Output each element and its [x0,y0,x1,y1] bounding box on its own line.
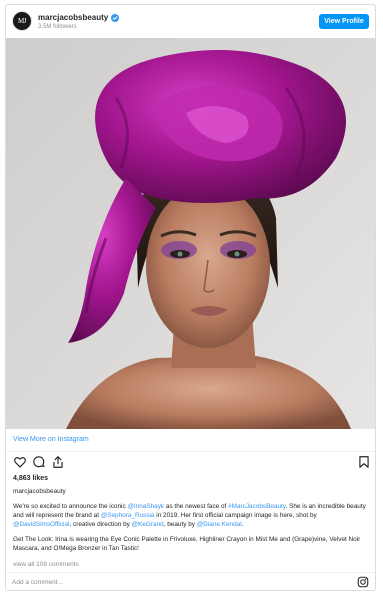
view-all-comments-link[interactable]: view all 108 comments [13,561,79,568]
post-header: MJ marcjacobsbeauty 3.5M followers View … [6,5,375,38]
caption-username[interactable]: marcjacobsbeauty [13,488,66,495]
comment-icon[interactable] [32,455,46,469]
view-more-on-instagram-link[interactable]: View More on Instagram [13,436,89,443]
hashtag-link[interactable]: #MarcJacobsBeauty [228,503,285,510]
mention-link[interactable]: @IrinaShayk [127,503,164,510]
face [146,184,270,348]
verified-badge-icon [111,13,120,22]
instagram-logo-icon[interactable] [357,576,369,588]
avatar[interactable]: MJ [12,11,32,31]
caption-paragraph-2: Get The Look: Irina is wearing the Eye C… [13,536,361,552]
heart-icon[interactable] [13,455,27,469]
mention-link[interactable]: @DavidSimsOfficial [13,521,69,528]
caption: We're so excited to announce the iconic … [13,502,370,559]
username-row: marcjacobsbeauty [38,13,120,22]
share-icon[interactable] [51,455,65,469]
mention-link[interactable]: @KeGrand [132,521,164,528]
post-photo[interactable] [6,38,375,429]
action-bar [6,452,375,473]
view-profile-button[interactable]: View Profile [319,14,369,29]
mention-link[interactable]: @Sephora_Russia [101,512,155,519]
like-count[interactable]: 4,863 likes [13,475,48,482]
view-more-bar: View More on Instagram [6,429,375,452]
comment-input[interactable] [12,577,342,588]
mention-link[interactable]: @Diane.Kendal [197,521,242,528]
follower-count: 3.5M followers [38,24,77,30]
comment-bar [6,572,375,590]
post-image [6,38,375,429]
instagram-embed-card: MJ marcjacobsbeauty 3.5M followers View … [5,4,376,591]
bookmark-icon[interactable] [357,455,371,469]
avatar-logo: MJ [18,17,26,25]
username[interactable]: marcjacobsbeauty [38,13,108,22]
caption-paragraph-1: We're so excited to announce the iconic … [13,503,366,528]
